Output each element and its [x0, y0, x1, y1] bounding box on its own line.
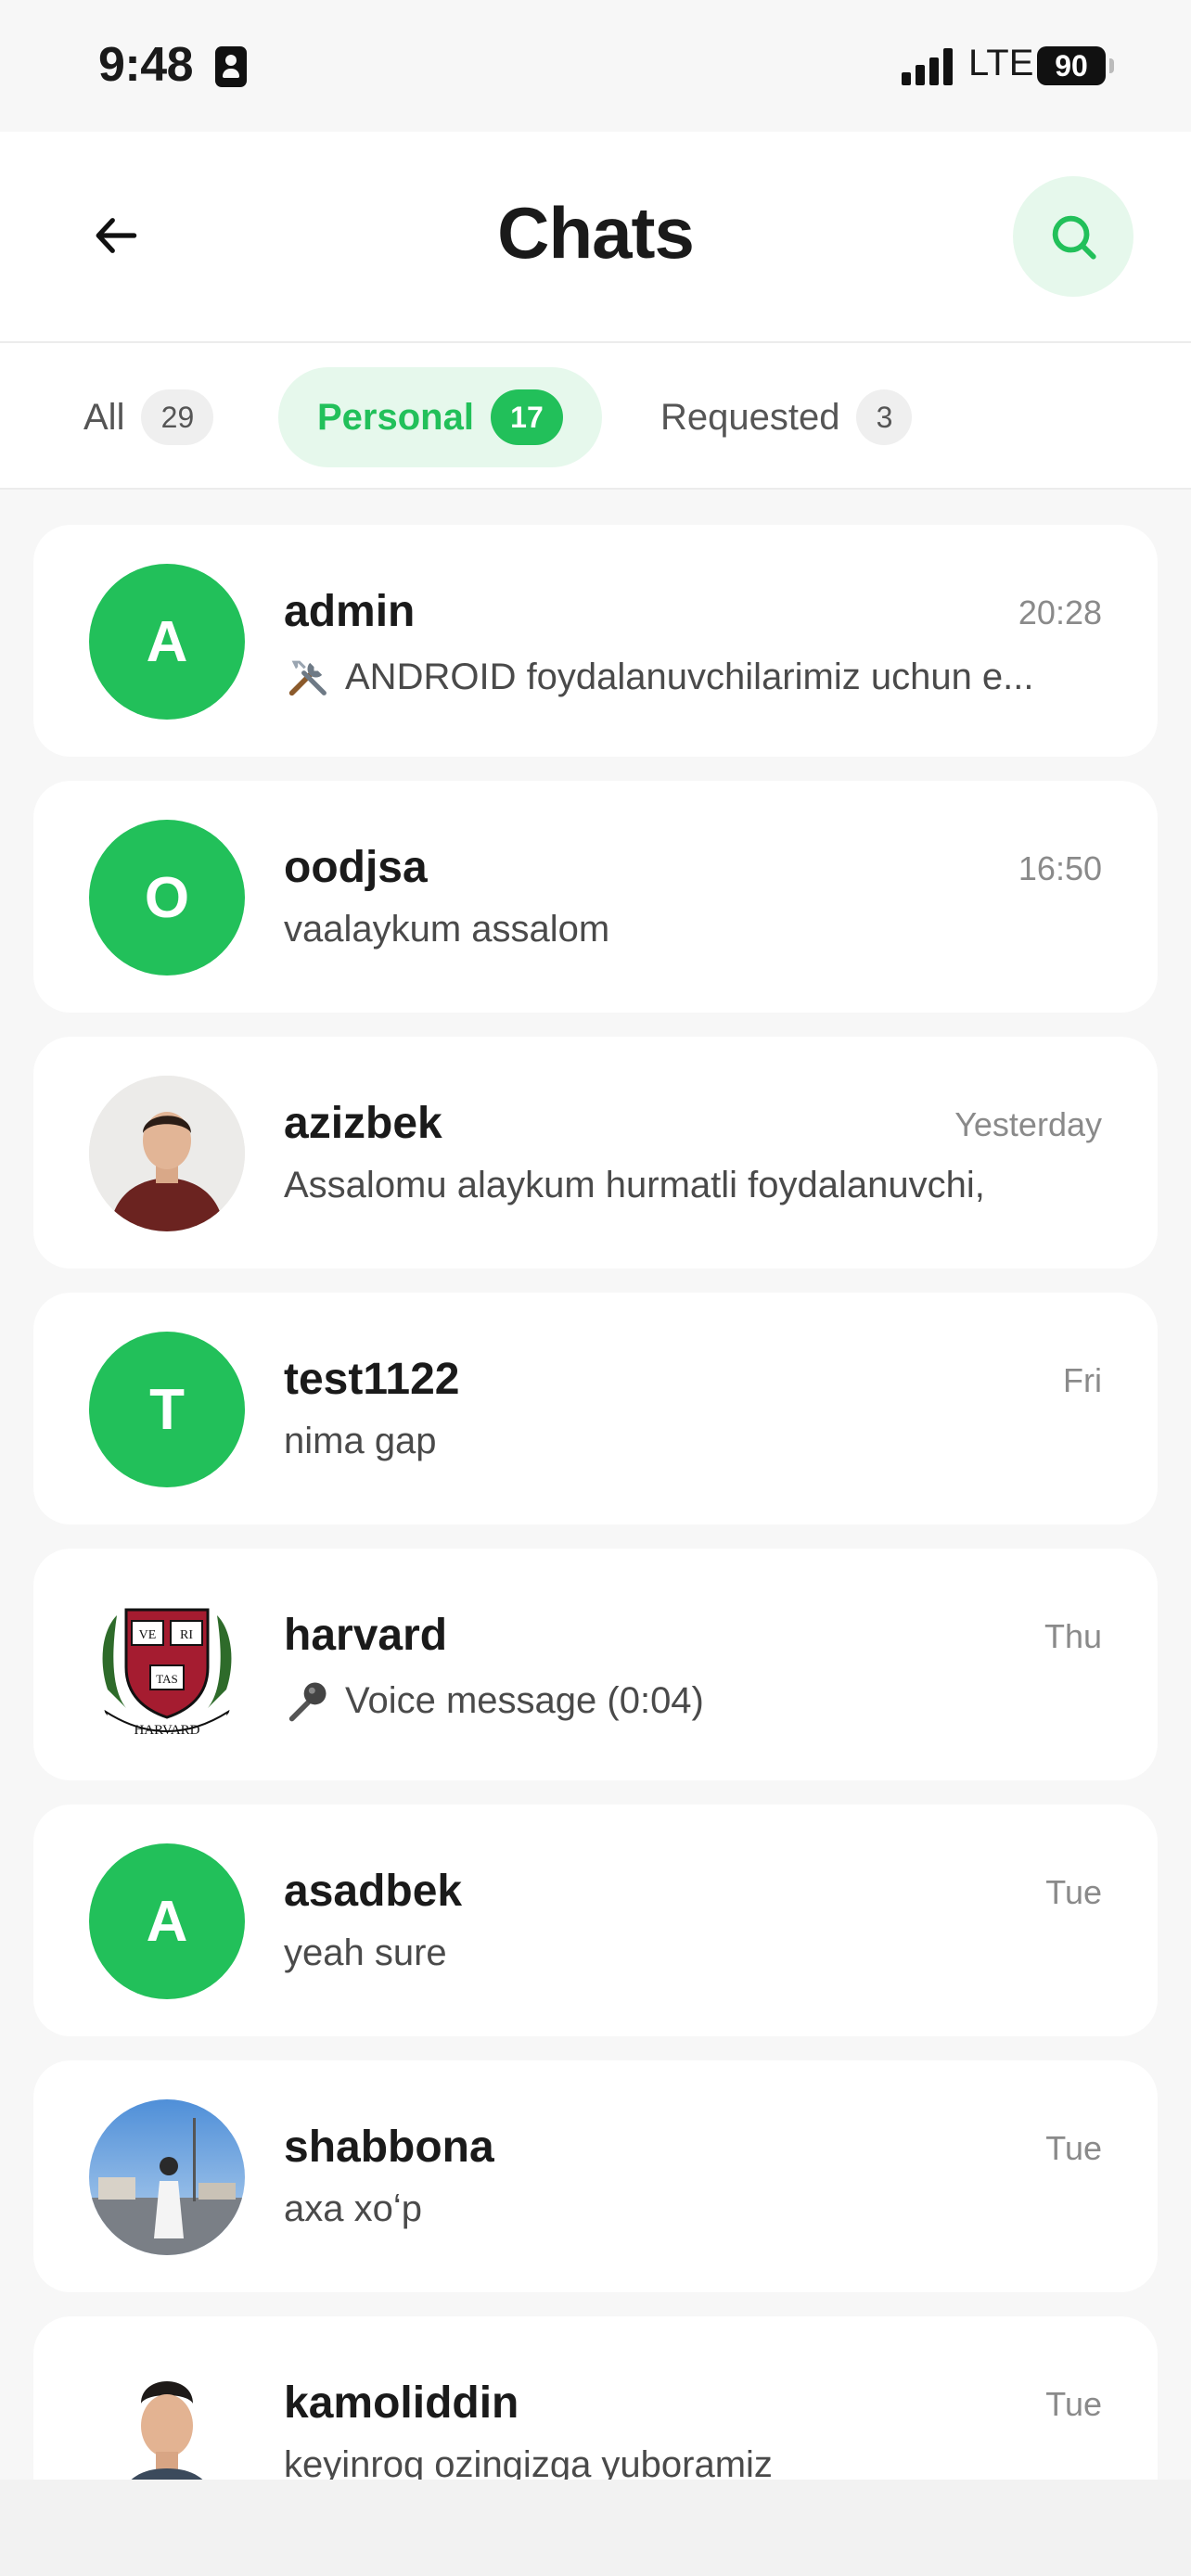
- chat-preview-text: yeah sure: [284, 1932, 447, 1973]
- chat-name: oodjsa: [284, 843, 428, 892]
- chat-name: asadbek: [284, 1867, 463, 1916]
- chat-time: 20:28: [1018, 593, 1102, 631]
- chat-time: Thu: [1044, 1617, 1102, 1655]
- chat-name: kamoliddin: [284, 2378, 519, 2428]
- signal-icon: [902, 48, 957, 85]
- status-time: 9:48: [98, 38, 194, 92]
- tab-requested[interactable]: Requested 3: [660, 367, 913, 467]
- tab-label: All: [83, 396, 125, 438]
- chat-item-oodjsa[interactable]: O oodjsa 16:50 vaalaykum assalom: [33, 781, 1158, 1013]
- chat-item-admin[interactable]: A admin 20:28 ANDROID foydalanuvchilarim…: [33, 525, 1158, 757]
- chat-name: shabbona: [284, 2123, 494, 2172]
- chat-preview: yeah sure: [284, 1932, 1109, 1974]
- avatar: A: [89, 564, 245, 720]
- chat-name: test1122: [284, 1355, 460, 1404]
- tab-label: Requested: [660, 396, 840, 438]
- chat-preview: axa xoʻp: [284, 2188, 1109, 2230]
- avatar: T: [89, 1332, 245, 1487]
- tab-label: Personal: [317, 396, 474, 438]
- chat-time: Tue: [1045, 1873, 1102, 1911]
- tab-personal[interactable]: Personal 17: [278, 367, 602, 467]
- filter-tabs: All 29 Personal 17 Requested 3: [0, 343, 1191, 490]
- chat-item-kamoliddin[interactable]: kamoliddin Tue keyinroq ozingizga yubora…: [33, 2316, 1158, 2480]
- chat-item-azizbek[interactable]: azizbek Yesterday Assalomu alaykum hurma…: [33, 1037, 1158, 1269]
- chat-preview: ANDROID foydalanuvchilarimiz uchun e...: [284, 653, 1109, 701]
- avatar: [89, 1076, 245, 1231]
- avatar: [89, 2355, 245, 2480]
- chat-preview: nima gap: [284, 1421, 1109, 1462]
- chat-preview-text: ANDROID foydalanuvchilarimiz uchun e...: [345, 656, 1034, 697]
- battery-tip: [1109, 58, 1114, 73]
- harvard-seal-logo: VE RI TAS HARVARD: [91, 1589, 243, 1743]
- seal-ribbon-text: HARVARD: [134, 1723, 199, 1738]
- chat-time: 16:50: [1018, 849, 1102, 887]
- chat-time: Tue: [1045, 2129, 1102, 2167]
- chat-preview: vaalaykum assalom: [284, 909, 1109, 950]
- tools-icon: [284, 653, 332, 701]
- avatar: [89, 2099, 245, 2255]
- seal-book-text: VE: [139, 1628, 157, 1642]
- avatar: O: [89, 820, 245, 976]
- bottom-area: [0, 2480, 1191, 2576]
- avatar: VE RI TAS HARVARD: [89, 1588, 245, 1743]
- chat-item-asadbek[interactable]: A asadbek Tue yeah sure: [33, 1804, 1158, 2036]
- microphone-icon: [284, 1677, 332, 1725]
- chat-item-test1122[interactable]: T test1122 Fri nima gap: [33, 1293, 1158, 1524]
- chat-name: azizbek: [284, 1099, 442, 1148]
- focus-person-icon: [215, 46, 247, 87]
- tab-count-badge: 3: [856, 389, 913, 445]
- chat-preview: Assalomu alaykum hurmatli foydalanuvchi,: [284, 1165, 1109, 1206]
- network-type: LTE: [968, 43, 1034, 83]
- chat-name: harvard: [284, 1611, 448, 1660]
- chat-list: A admin 20:28 ANDROID foydalanuvchilarim…: [0, 490, 1191, 2480]
- battery-icon: 90: [1037, 46, 1106, 85]
- tab-count-badge: 17: [490, 389, 563, 445]
- avatar-photo: [89, 1076, 245, 1231]
- chat-preview-text: keyinroq ozingizga yuboramiz: [284, 2444, 773, 2480]
- search-icon: [1052, 215, 1096, 260]
- status-bar: 9:48 LTE 90: [0, 0, 1191, 132]
- avatar-photo: [89, 2099, 245, 2255]
- chat-item-shabbona[interactable]: shabbona Tue axa xoʻp: [33, 2060, 1158, 2292]
- chat-preview-text: nima gap: [284, 1421, 437, 1461]
- chat-preview: Voice message (0:04): [284, 1677, 1109, 1725]
- chat-preview-text: Assalomu alaykum hurmatli foydalanuvchi,: [284, 1165, 985, 1205]
- chat-preview-text: Voice message (0:04): [345, 1679, 704, 1721]
- seal-book-text: RI: [180, 1628, 193, 1642]
- search-button[interactable]: [1013, 176, 1133, 297]
- chat-preview: keyinroq ozingizga yuboramiz: [284, 2444, 1109, 2480]
- chat-name: admin: [284, 587, 416, 636]
- chat-preview-text: axa xoʻp: [284, 2188, 422, 2229]
- tab-count-badge: 29: [141, 389, 214, 445]
- chat-time: Fri: [1063, 1361, 1102, 1399]
- avatar-photo: [89, 2355, 245, 2480]
- tab-all[interactable]: All 29: [83, 367, 214, 467]
- avatar: A: [89, 1843, 245, 1999]
- chat-time: Yesterday: [954, 1105, 1102, 1143]
- seal-book-text: TAS: [156, 1672, 178, 1686]
- chat-preview-text: vaalaykum assalom: [284, 909, 610, 950]
- chat-item-harvard[interactable]: VE RI TAS HARVARD harvard Thu Voice mess…: [33, 1549, 1158, 1780]
- header: Chats: [0, 132, 1191, 343]
- chat-time: Tue: [1045, 2385, 1102, 2423]
